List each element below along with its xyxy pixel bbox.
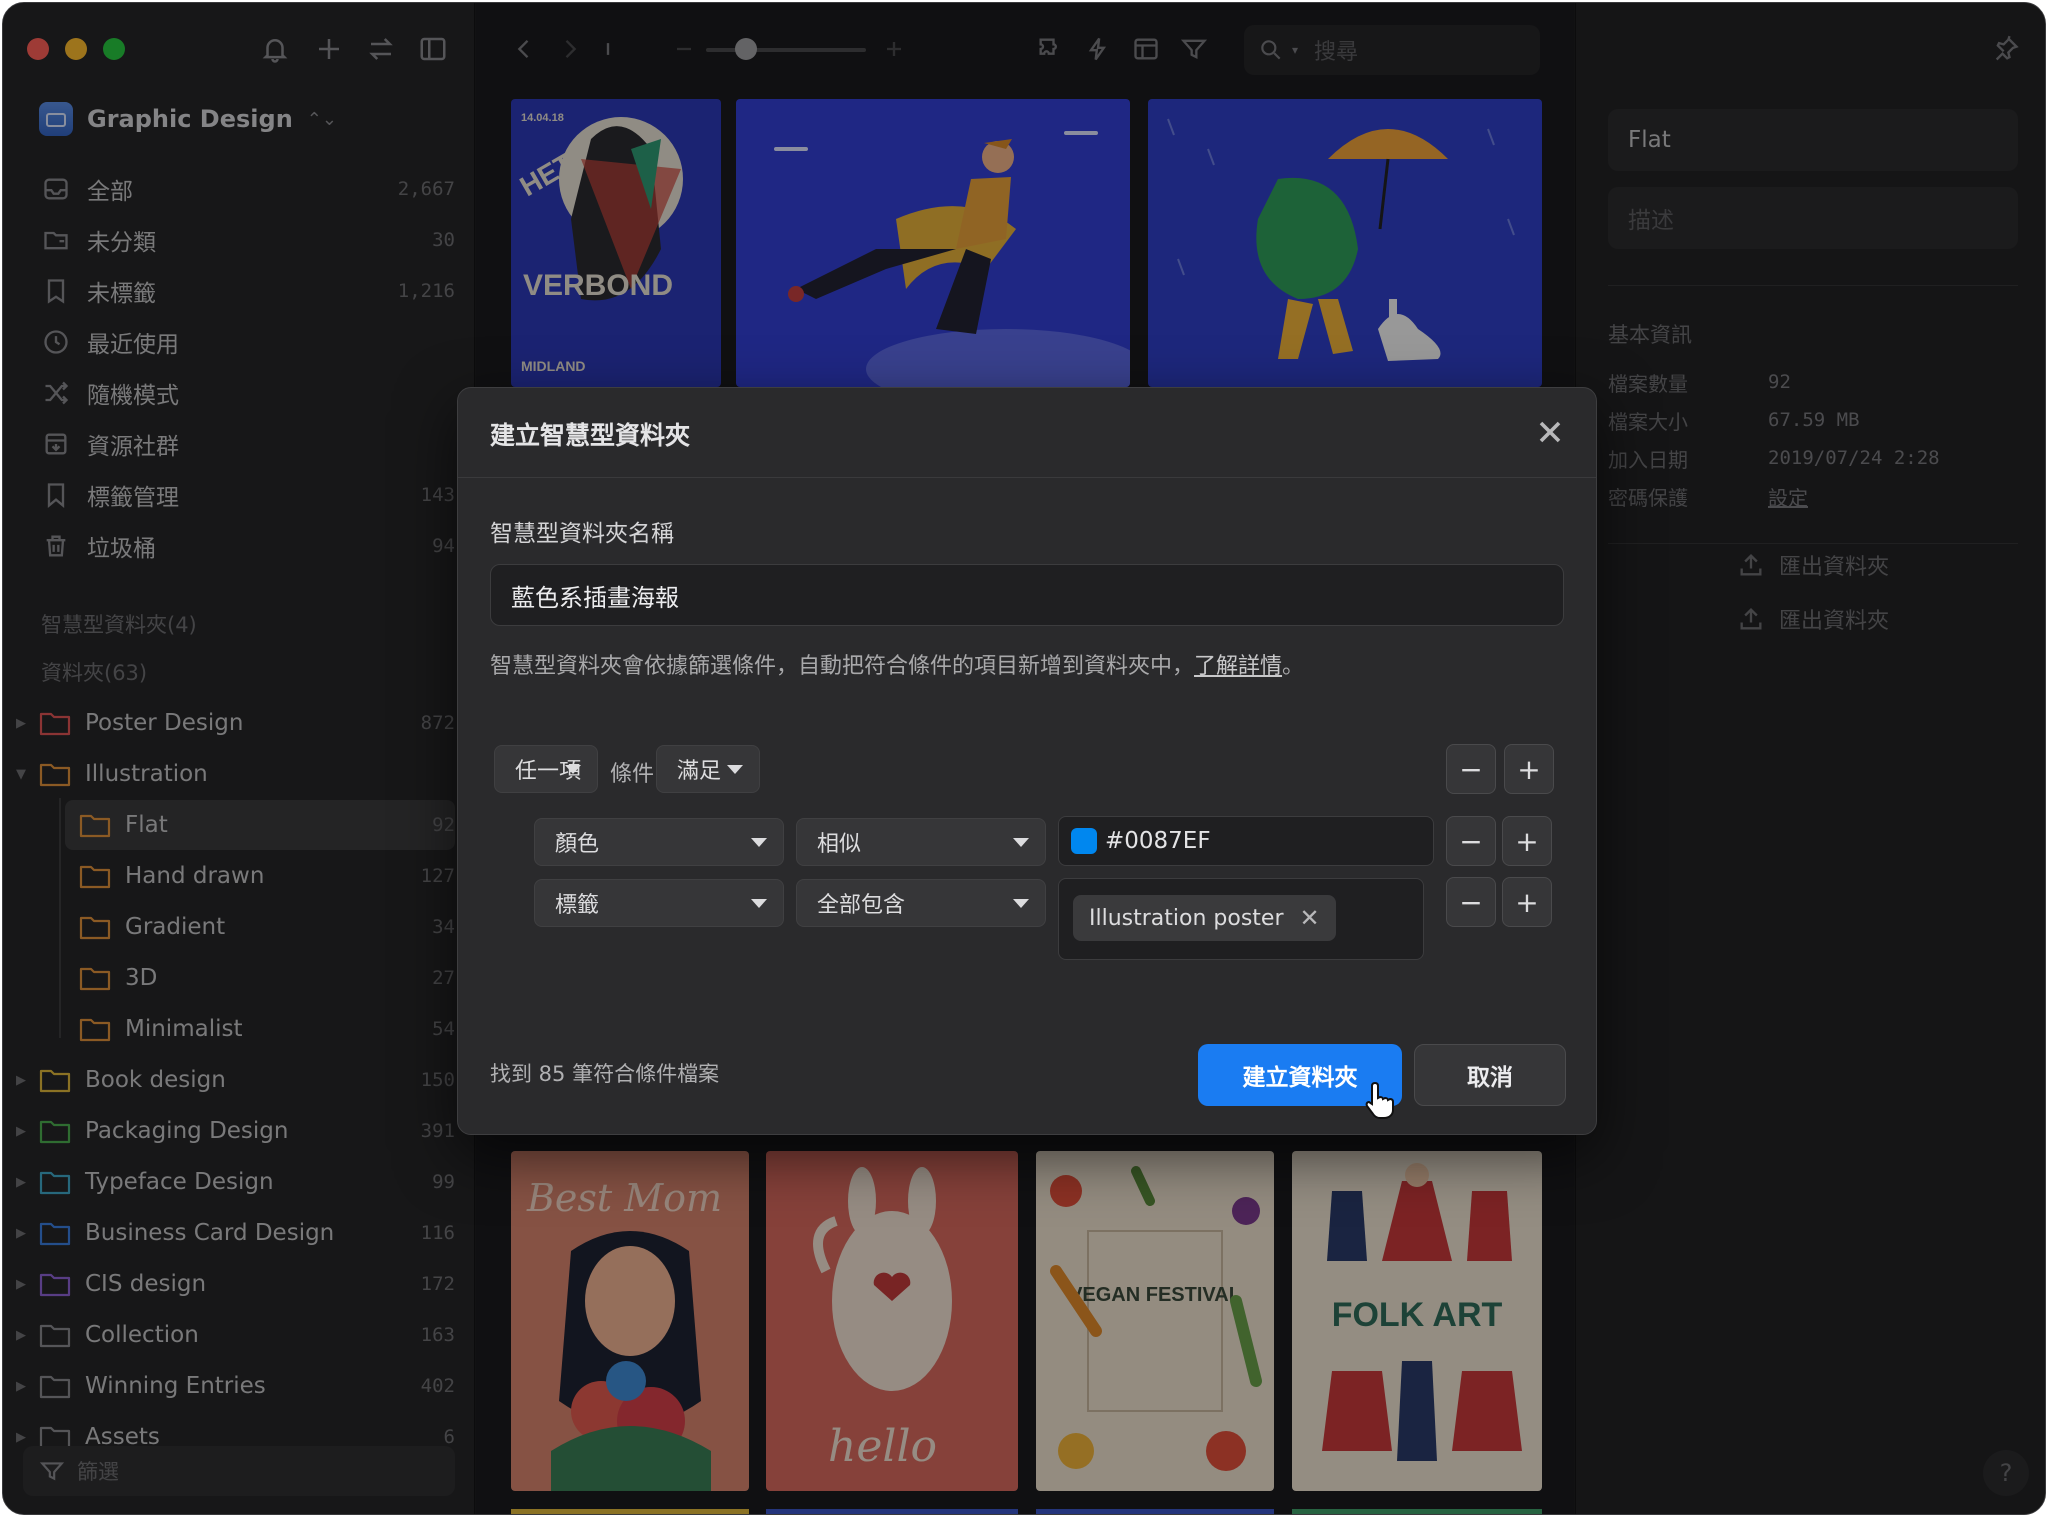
condition-label: 條件 xyxy=(610,762,655,787)
cancel-button[interactable]: 取消 xyxy=(1414,1044,1566,1106)
select-value: 滿足 xyxy=(677,759,722,784)
color-swatch[interactable] xyxy=(1071,828,1097,854)
rule1-operator-select[interactable]: 相似 xyxy=(796,818,1046,866)
dialog-header: 建立智慧型資料夾 xyxy=(458,388,1596,478)
select-value: 相似 xyxy=(817,832,862,857)
condition-mode-select[interactable]: 滿足 xyxy=(656,745,760,793)
hand-cursor-icon xyxy=(1365,1081,1394,1119)
description-text: 智慧型資料夾會依據篩選條件，自動把符合條件的項目新增到資料夾中， xyxy=(490,654,1195,679)
match-mode-select[interactable]: 任一項 xyxy=(494,745,598,793)
remove-rule2-button[interactable]: − xyxy=(1446,877,1496,927)
remove-rule1-button[interactable]: − xyxy=(1446,816,1496,866)
dropdown-arrow-icon xyxy=(1013,838,1029,847)
matched-files-count: 找到 85 筆符合條件檔案 xyxy=(490,1062,720,1086)
dialog-title: 建立智慧型資料夾 xyxy=(490,421,691,450)
create-smart-folder-dialog: 建立智慧型資料夾 智慧型資料夾名稱 智慧型資料夾會依據篩選條件，自動把符合條件的… xyxy=(457,387,1597,1135)
remove-group-button[interactable]: − xyxy=(1446,744,1496,794)
add-group-button[interactable]: + xyxy=(1504,744,1554,794)
tag-chip-label: Illustration poster xyxy=(1089,905,1284,931)
tag-chip: Illustration poster ✕ xyxy=(1073,895,1336,941)
app-window: Graphic Design ⌃⌄ 全部 2,667 未分類 30 未標籤 1,… xyxy=(2,2,2046,1515)
dropdown-arrow-icon xyxy=(751,899,767,908)
dropdown-arrow-icon xyxy=(727,765,743,774)
learn-more-link[interactable]: 了解詳情 xyxy=(1194,654,1282,679)
rule1-color-input[interactable]: #0087EF xyxy=(1058,816,1434,866)
remove-tag-icon[interactable]: ✕ xyxy=(1300,904,1320,932)
add-rule-after-rule1-button[interactable]: + xyxy=(1502,816,1552,866)
rule2-field-select[interactable]: 標籤 xyxy=(534,879,784,927)
add-rule-after-rule2-button[interactable]: + xyxy=(1502,877,1552,927)
rule2-operator-select[interactable]: 全部包含 xyxy=(796,879,1046,927)
color-hex-value: #0087EF xyxy=(1105,828,1211,854)
rule2-tag-input[interactable]: Illustration poster ✕ xyxy=(1058,878,1424,960)
dropdown-arrow-icon xyxy=(751,838,767,847)
folder-name-label: 智慧型資料夾名稱 xyxy=(490,521,674,547)
rule1-field-select[interactable]: 顏色 xyxy=(534,818,784,866)
select-value: 全部包含 xyxy=(817,893,906,918)
description-end: 。 xyxy=(1282,654,1305,679)
close-icon[interactable] xyxy=(1532,414,1568,450)
smart-folder-name-input[interactable] xyxy=(490,564,1564,626)
dropdown-arrow-icon xyxy=(565,765,581,774)
dialog-description: 智慧型資料夾會依據篩選條件，自動把符合條件的項目新增到資料夾中，了解詳情。 xyxy=(490,648,1304,680)
select-value: 標籤 xyxy=(555,893,600,918)
select-value: 顏色 xyxy=(555,832,600,857)
dropdown-arrow-icon xyxy=(1013,899,1029,908)
